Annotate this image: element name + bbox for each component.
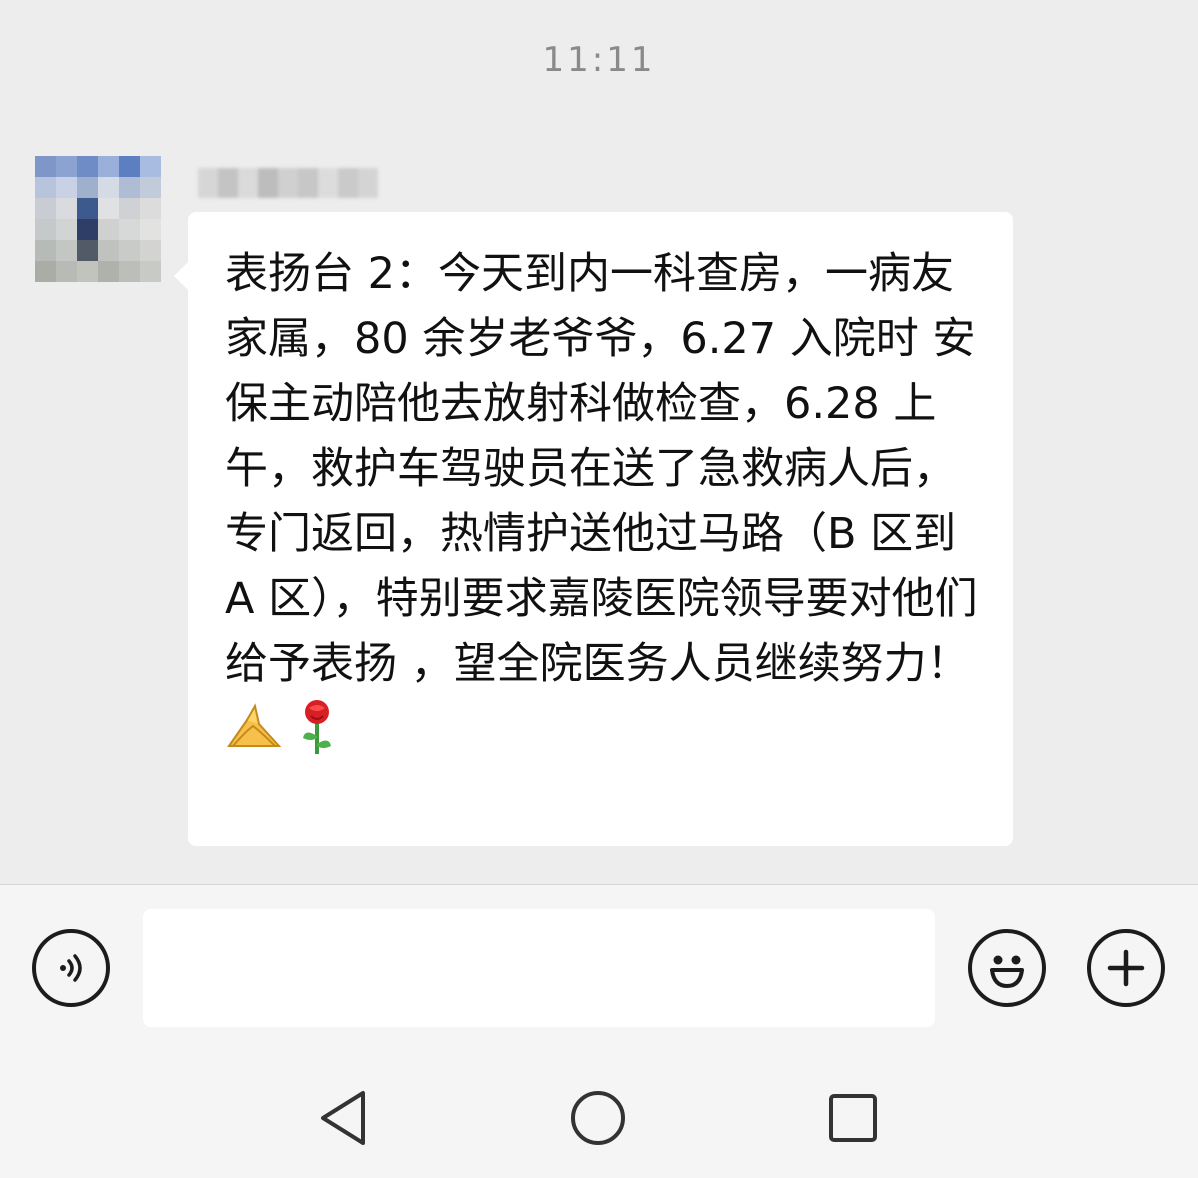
message-text: 表扬台 2：今天到内一科查房，一病友家属，80 余岁老爷爷，6.27 入院时 安… bbox=[225, 249, 978, 689]
message-input[interactable] bbox=[143, 909, 935, 1027]
message-bubble[interactable]: 表扬台 2：今天到内一科查房，一病友家属，80 余岁老爷爷，6.27 入院时 安… bbox=[174, 212, 1013, 846]
input-bar bbox=[0, 885, 1198, 1050]
rose-icon bbox=[297, 698, 337, 760]
chat-area: 11:11 表扬台 2：今天到内一科查房，一病友家属，80 余岁老爷爷，6.27… bbox=[0, 0, 1198, 884]
system-nav-bar bbox=[0, 1050, 1198, 1178]
plus-icon[interactable] bbox=[1087, 929, 1165, 1007]
praying-hands-icon bbox=[225, 702, 283, 756]
back-triangle-icon[interactable] bbox=[314, 1088, 374, 1148]
sender-name-blurred bbox=[198, 168, 378, 198]
smiley-face-icon[interactable] bbox=[968, 929, 1046, 1007]
voice-icon[interactable] bbox=[32, 929, 110, 1007]
sender-avatar[interactable] bbox=[35, 156, 161, 282]
home-circle-icon[interactable] bbox=[568, 1088, 628, 1148]
message-timestamp: 11:11 bbox=[542, 40, 656, 80]
recents-square-icon[interactable] bbox=[823, 1088, 883, 1148]
emoji-row bbox=[225, 699, 983, 759]
